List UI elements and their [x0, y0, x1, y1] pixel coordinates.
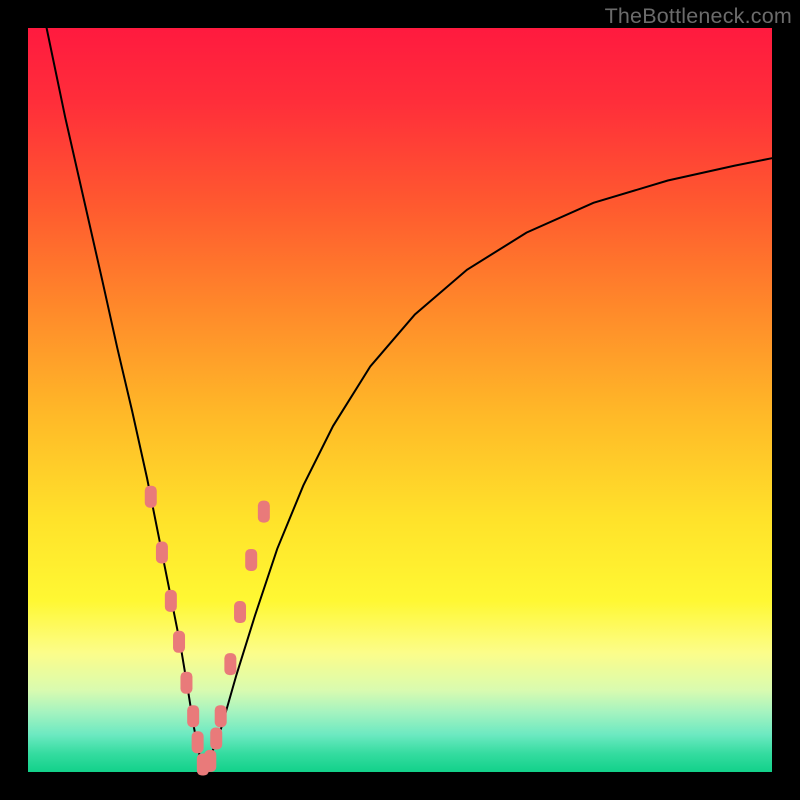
marker-point	[145, 486, 157, 508]
chart-svg	[28, 28, 772, 772]
marker-point	[234, 601, 246, 623]
plot-area	[28, 28, 772, 772]
marker-point	[187, 705, 199, 727]
marker-point	[192, 731, 204, 753]
marker-point	[165, 590, 177, 612]
marker-point	[210, 728, 222, 750]
marker-point	[258, 501, 270, 523]
marker-point	[173, 631, 185, 653]
curve-left	[47, 28, 203, 768]
curve-right	[203, 158, 772, 768]
marker-point	[156, 542, 168, 564]
marker-point	[180, 672, 192, 694]
watermark-text: TheBottleneck.com	[605, 4, 792, 29]
marker-point	[224, 653, 236, 675]
marker-point	[215, 705, 227, 727]
marker-point	[245, 549, 257, 571]
marker-point	[204, 750, 216, 772]
